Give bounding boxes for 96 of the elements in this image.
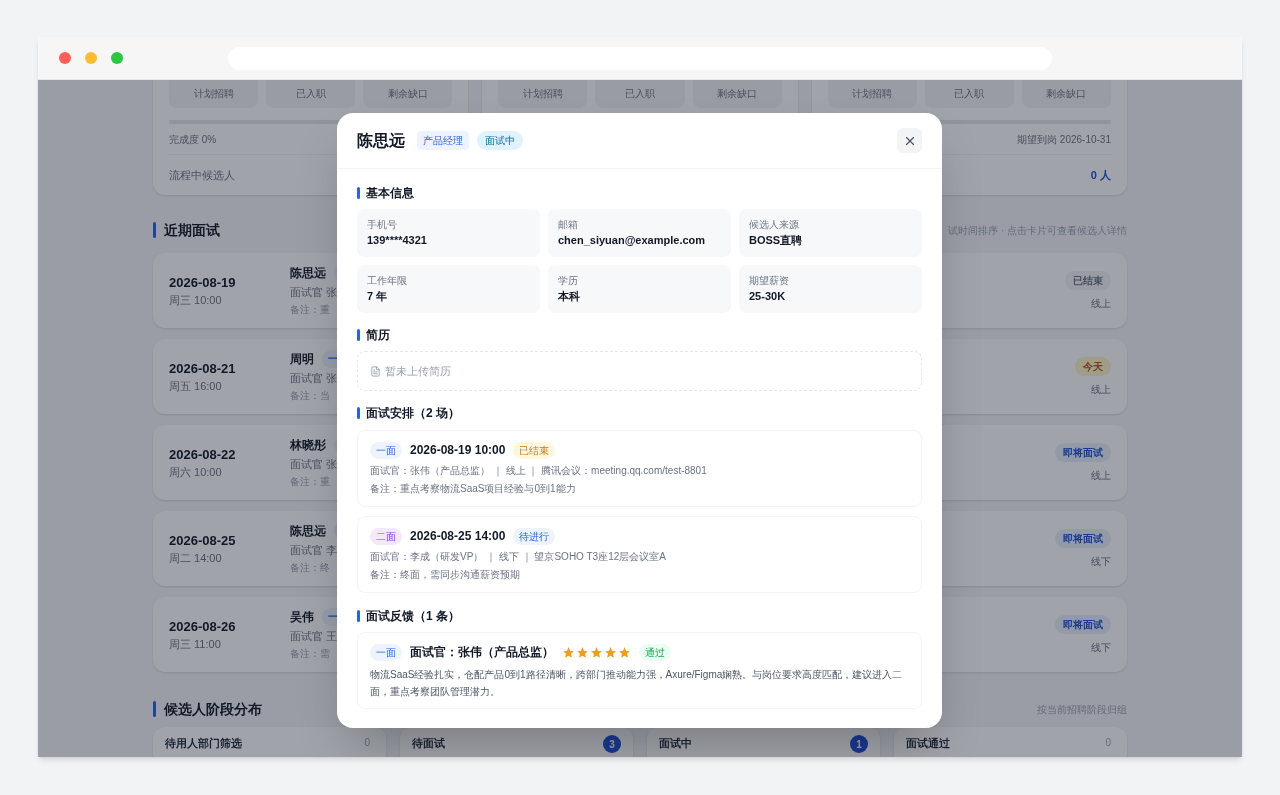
close-button[interactable]	[897, 128, 922, 153]
status-tag: 即将面试	[1055, 528, 1111, 548]
schedule-note: 备注：终面，需同步沟通薪资预期	[370, 568, 521, 582]
stat-label: 已入职	[295, 87, 326, 101]
interview-time: 周六 10:00	[169, 465, 223, 480]
schedule-detail: 面试官：张伟（产品总监） ｜ 线上 ｜ 腾讯会议：meeting.qq.com/test-8801	[370, 464, 708, 479]
status-tag: 今天	[1075, 356, 1111, 376]
accent-bar	[153, 222, 156, 238]
stage-label: 待用人部门筛选	[165, 736, 242, 751]
section-title: 近期面试	[164, 220, 220, 240]
accent-bar	[357, 610, 360, 622]
interview-time: 周二 14:00	[169, 551, 223, 566]
status-tag: 即将面试	[1055, 442, 1111, 462]
round-tag: 二面	[370, 527, 402, 545]
result-tag: 通过	[639, 643, 671, 661]
stage-label: 面试中	[659, 736, 692, 751]
star-icon	[576, 645, 589, 659]
interviewer-text: 面试官 李	[290, 542, 338, 558]
accent-bar	[153, 701, 156, 717]
due-date: 期望到岗 2026-10-31	[1017, 132, 1111, 147]
stat-label: 剩余缺口	[387, 87, 428, 101]
accent-bar	[357, 187, 360, 199]
section-title: 面试反馈（1 条）	[366, 608, 460, 625]
schedule-note: 备注：重点考察物流SaaS项目经验与0到1能力	[370, 482, 577, 496]
interview-date: 2026-08-25	[169, 531, 237, 550]
section-title: 基本信息	[366, 185, 414, 202]
stage-label: 面试通过	[906, 736, 950, 751]
stat-label: 剩余缺口	[717, 87, 758, 101]
schedule-datetime: 2026-08-25 14:00	[410, 528, 506, 545]
status-tag: 已结束	[513, 441, 556, 459]
stat-label: 计划招聘	[852, 87, 893, 101]
info-label: 手机号	[367, 218, 398, 233]
stat-label: 剩余缺口	[1046, 87, 1087, 101]
empty-text: 暂未上传简历	[385, 363, 451, 379]
stat-label: 计划招聘	[193, 87, 234, 101]
section-title: 简历	[366, 327, 390, 344]
pipeline-count: 0 人	[1090, 167, 1111, 183]
schedule-datetime: 2026-08-19 10:00	[410, 442, 506, 459]
dialog-title: 陈思远	[357, 130, 405, 151]
candidate-name: 陈思远	[290, 264, 326, 282]
info-label: 工作年限	[367, 274, 408, 289]
interview-date: 2026-08-22	[169, 445, 237, 464]
interviewer-text: 面试官 张	[290, 370, 338, 386]
feedback-interviewer: 面试官：张伟（产品总监）	[410, 644, 554, 661]
stat-label: 已入职	[625, 87, 655, 101]
stage-count: 1	[850, 735, 868, 753]
interviewer-text: 面试官 张	[290, 284, 338, 300]
mode-text: 线上	[1091, 296, 1111, 311]
candidate-name: 林晓彤	[290, 436, 326, 454]
interview-date: 2026-08-21	[169, 359, 237, 378]
status-tag: 待进行	[513, 527, 556, 545]
stage-count: 3	[603, 735, 621, 753]
mode-text: 线上	[1091, 468, 1111, 483]
info-value: 139****4321	[367, 233, 428, 249]
interviewer-text: 面试官 王	[290, 628, 338, 644]
status-tag: 面试中	[477, 131, 523, 150]
candidate-name: 吴伟	[290, 608, 314, 626]
info-label: 候选人来源	[749, 218, 800, 233]
stat-label: 已入职	[954, 87, 985, 101]
progress-note: 完成度 0%	[169, 132, 217, 147]
schedule-detail: 面试官：李成（研发VP） ｜ 线下 ｜ 望京SOHO T3座12层会议室A	[370, 550, 667, 565]
info-label: 学历	[558, 274, 579, 289]
round-tag: 一面	[370, 643, 402, 661]
star-icon	[618, 645, 631, 659]
accent-bar	[357, 407, 360, 419]
position-tag: 产品经理	[417, 131, 469, 150]
stage-label: 待面试	[412, 736, 445, 751]
info-value: BOSS直聘	[749, 233, 804, 249]
star-icon	[590, 645, 603, 659]
stat-label: 计划招聘	[522, 87, 563, 101]
candidate-name: 周明	[290, 350, 314, 368]
mode-text: 线上	[1091, 382, 1111, 397]
info-label: 邮箱	[558, 218, 579, 233]
interview-time: 周五 16:00	[169, 379, 223, 394]
interview-date: 2026-08-26	[169, 617, 237, 636]
pipeline-label: 流程中候选人	[169, 167, 235, 183]
status-tag: 即将面试	[1055, 614, 1111, 634]
section-title: 候选人阶段分布	[164, 699, 262, 719]
candidate-name: 陈思远	[290, 522, 326, 540]
mode-text: 线下	[1091, 554, 1111, 569]
interview-date: 2026-08-19	[169, 273, 237, 292]
accent-bar	[357, 329, 360, 341]
feedback-comment: 物流SaaS经验扎实，仓配产品0到1路径清晰，跨部门推动能力强，Axure/Figma娴熟。与岗位要求高度匹配，建议进入二面，重点考察团队管理潜力。	[370, 668, 904, 699]
mode-text: 线下	[1091, 640, 1111, 655]
info-value: 本科	[558, 289, 581, 305]
info-value: 7 年	[367, 289, 389, 305]
info-value: 25-30K	[749, 289, 787, 305]
info-label: 期望薪资	[749, 274, 790, 289]
document-icon	[370, 365, 381, 377]
star-icon	[562, 645, 575, 659]
star-icon	[604, 645, 617, 659]
info-value: chen_siyuan@example.com	[558, 233, 707, 249]
status-tag: 已结束	[1065, 270, 1111, 290]
interviewer-text: 面试官 张	[290, 456, 338, 472]
section-title: 面试安排（2 场）	[366, 405, 460, 422]
round-tag: 一面	[370, 441, 402, 459]
